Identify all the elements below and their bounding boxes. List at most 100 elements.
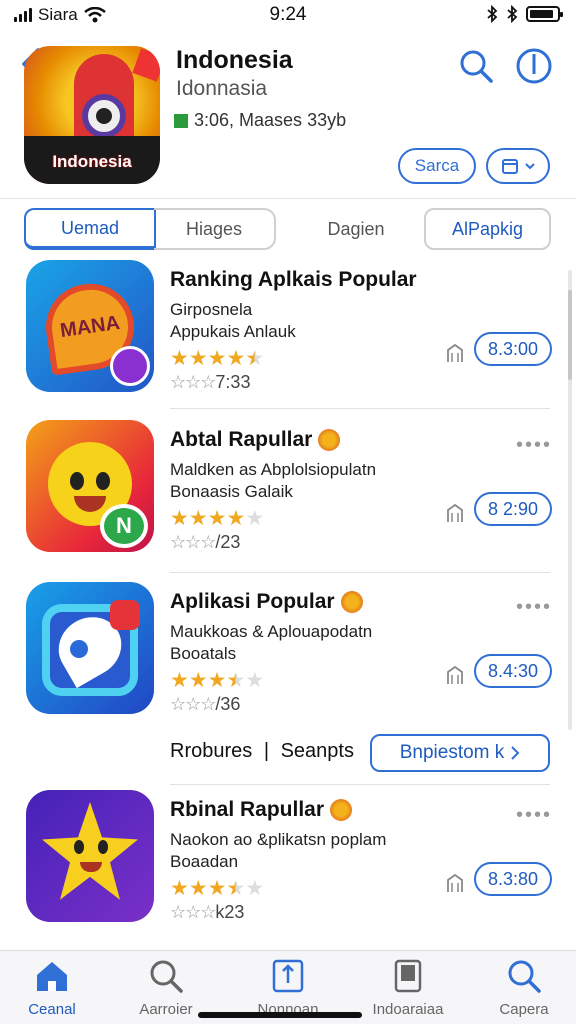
meta-text: 3:06, Maases 33yb bbox=[194, 110, 347, 130]
app-title-text: Rbinal Rapullar bbox=[170, 798, 325, 821]
app-category: Bonaasis Galaik bbox=[170, 482, 293, 501]
star-icon: ★ bbox=[207, 669, 227, 692]
app-category: Booatals bbox=[170, 644, 237, 663]
tab-bar-item-search-2[interactable]: Capera bbox=[474, 957, 574, 1021]
star-rating: ★★★★★ bbox=[170, 668, 264, 693]
tab-hiages[interactable]: Hiages bbox=[154, 208, 276, 250]
calendar-icon bbox=[502, 159, 518, 174]
badge-icon bbox=[110, 346, 150, 386]
share-icon bbox=[272, 959, 304, 993]
star-icon: ★ bbox=[245, 347, 265, 370]
more-icon[interactable]: •••• bbox=[516, 596, 552, 619]
price-button[interactable]: 8.3:00 bbox=[474, 332, 552, 366]
star-icon: ★ bbox=[207, 507, 227, 530]
tab-bar-label: Indoaraiaa bbox=[372, 1001, 444, 1018]
app-icon-text: MANA bbox=[58, 311, 122, 342]
recommend-label-a[interactable]: Rrobures bbox=[170, 740, 252, 762]
tab-bar-label: Aarroier bbox=[139, 1001, 193, 1018]
page-title: Indonesia bbox=[176, 46, 293, 74]
search-icon[interactable] bbox=[456, 46, 496, 86]
review-value: /23 bbox=[215, 532, 241, 552]
app-icon: Indonesia bbox=[24, 46, 160, 184]
meta-row: 3:06, Maases 33yb bbox=[174, 110, 346, 131]
app-category: Appukais Anlauk bbox=[170, 322, 296, 341]
bluetooth-icon bbox=[487, 5, 498, 23]
app-subtitle: Girposnela bbox=[170, 300, 253, 319]
star-character-icon bbox=[42, 802, 138, 900]
app-list-item[interactable]: N Abtal Rapullar Maldken as Abplolsiopul… bbox=[0, 420, 576, 584]
review-value: k23 bbox=[215, 902, 245, 922]
divider bbox=[170, 572, 550, 573]
cloud-download-icon[interactable] bbox=[444, 664, 466, 686]
price-button[interactable]: 8.4:30 bbox=[474, 654, 552, 688]
app-title: Aplikasi Popular bbox=[170, 590, 363, 614]
cloud-download-icon[interactable] bbox=[444, 502, 466, 524]
app-list-item[interactable]: Aplikasi Popular Maukkoas & Aplouapodatn… bbox=[0, 582, 576, 746]
award-icon bbox=[318, 429, 341, 451]
divider bbox=[170, 408, 550, 409]
tab-dagien[interactable]: Dagien bbox=[302, 208, 410, 250]
app-icon-text: Indonesia bbox=[52, 152, 132, 171]
tab-bar-label: Ceanal bbox=[28, 1001, 76, 1018]
battery-level bbox=[530, 10, 554, 18]
app-icon: MANA bbox=[26, 260, 154, 392]
cloud-download-icon[interactable] bbox=[444, 872, 466, 894]
star-rating: ★★★★★ bbox=[170, 346, 264, 371]
star-icon: ★ bbox=[207, 877, 227, 900]
app-icon bbox=[26, 790, 154, 922]
lens-icon bbox=[82, 94, 126, 138]
price-button[interactable]: 8 2:90 bbox=[474, 492, 552, 526]
tab-bar-item-library[interactable]: Indoaraiaa bbox=[358, 957, 458, 1021]
star-icon: ★ bbox=[188, 669, 208, 692]
app-subtitle: Naokon ao &plikatsn poplam bbox=[170, 830, 387, 849]
info-icon[interactable] bbox=[514, 46, 554, 86]
app-title: Rbinal Rapullar bbox=[170, 798, 353, 822]
review-stars: ☆☆☆ bbox=[170, 532, 216, 552]
price-button[interactable]: 8.3:80 bbox=[474, 862, 552, 896]
search-icon bbox=[150, 960, 183, 993]
app-title: Ranking Aplkais Popular bbox=[170, 268, 417, 292]
bluetooth-icon bbox=[507, 5, 518, 23]
review-count: ☆☆☆/36 bbox=[170, 694, 240, 715]
tab-uemad[interactable]: Uemad bbox=[24, 208, 156, 250]
star-icon: ★ bbox=[226, 669, 246, 692]
star-icon: ★ bbox=[188, 347, 208, 370]
star-rating: ★★★★★ bbox=[170, 506, 264, 531]
tab-alpapkig[interactable]: AlPapkig bbox=[424, 208, 551, 250]
award-icon bbox=[330, 799, 353, 821]
tab-bar-item-home[interactable]: Ceanal bbox=[2, 957, 102, 1021]
more-icon[interactable]: •••• bbox=[516, 804, 552, 827]
review-stars: ☆☆☆ bbox=[170, 902, 216, 922]
star-icon: ★ bbox=[170, 669, 189, 692]
star-icon: ★ bbox=[170, 877, 189, 900]
review-value: 7:33 bbox=[215, 372, 251, 392]
app-list-item[interactable]: MANA Ranking Aplkais Popular Girposnela … bbox=[0, 260, 576, 424]
badge-icon: N bbox=[100, 504, 148, 548]
review-value: /36 bbox=[215, 694, 241, 714]
home-indicator[interactable] bbox=[198, 1012, 362, 1018]
star-icon: ★ bbox=[226, 877, 246, 900]
app-title-text: Ranking Aplkais Popular bbox=[170, 268, 417, 291]
star-icon: ★ bbox=[245, 877, 265, 900]
app-title: Abtal Rapullar bbox=[170, 428, 341, 452]
divider bbox=[170, 784, 550, 785]
recommend-button[interactable]: Bnpiestom k bbox=[370, 734, 550, 772]
recommend-label-b[interactable]: Seanpts bbox=[281, 740, 354, 762]
app-icon bbox=[26, 582, 154, 714]
review-stars: ☆☆☆ bbox=[170, 694, 216, 714]
library-icon bbox=[394, 959, 422, 993]
star-icon: ★ bbox=[188, 877, 208, 900]
save-button[interactable]: Sarca bbox=[398, 148, 476, 184]
status-right bbox=[486, 5, 563, 23]
star-icon: ★ bbox=[226, 347, 246, 370]
segmented-tabs: Uemad Hiages Dagien AlPapkig bbox=[24, 208, 551, 250]
app-category: Boaadan bbox=[170, 852, 239, 871]
star-icon: ★ bbox=[226, 507, 246, 530]
more-icon[interactable]: •••• bbox=[516, 434, 552, 457]
star-icon: ★ bbox=[170, 507, 189, 530]
app-list-item[interactable]: Rbinal Rapullar Naokon ao &plikatsn popl… bbox=[0, 790, 576, 954]
calendar-button[interactable] bbox=[486, 148, 550, 184]
app-title-text: Abtal Rapullar bbox=[170, 428, 313, 451]
star-icon: ★ bbox=[170, 347, 189, 370]
cloud-download-icon[interactable] bbox=[444, 342, 466, 364]
